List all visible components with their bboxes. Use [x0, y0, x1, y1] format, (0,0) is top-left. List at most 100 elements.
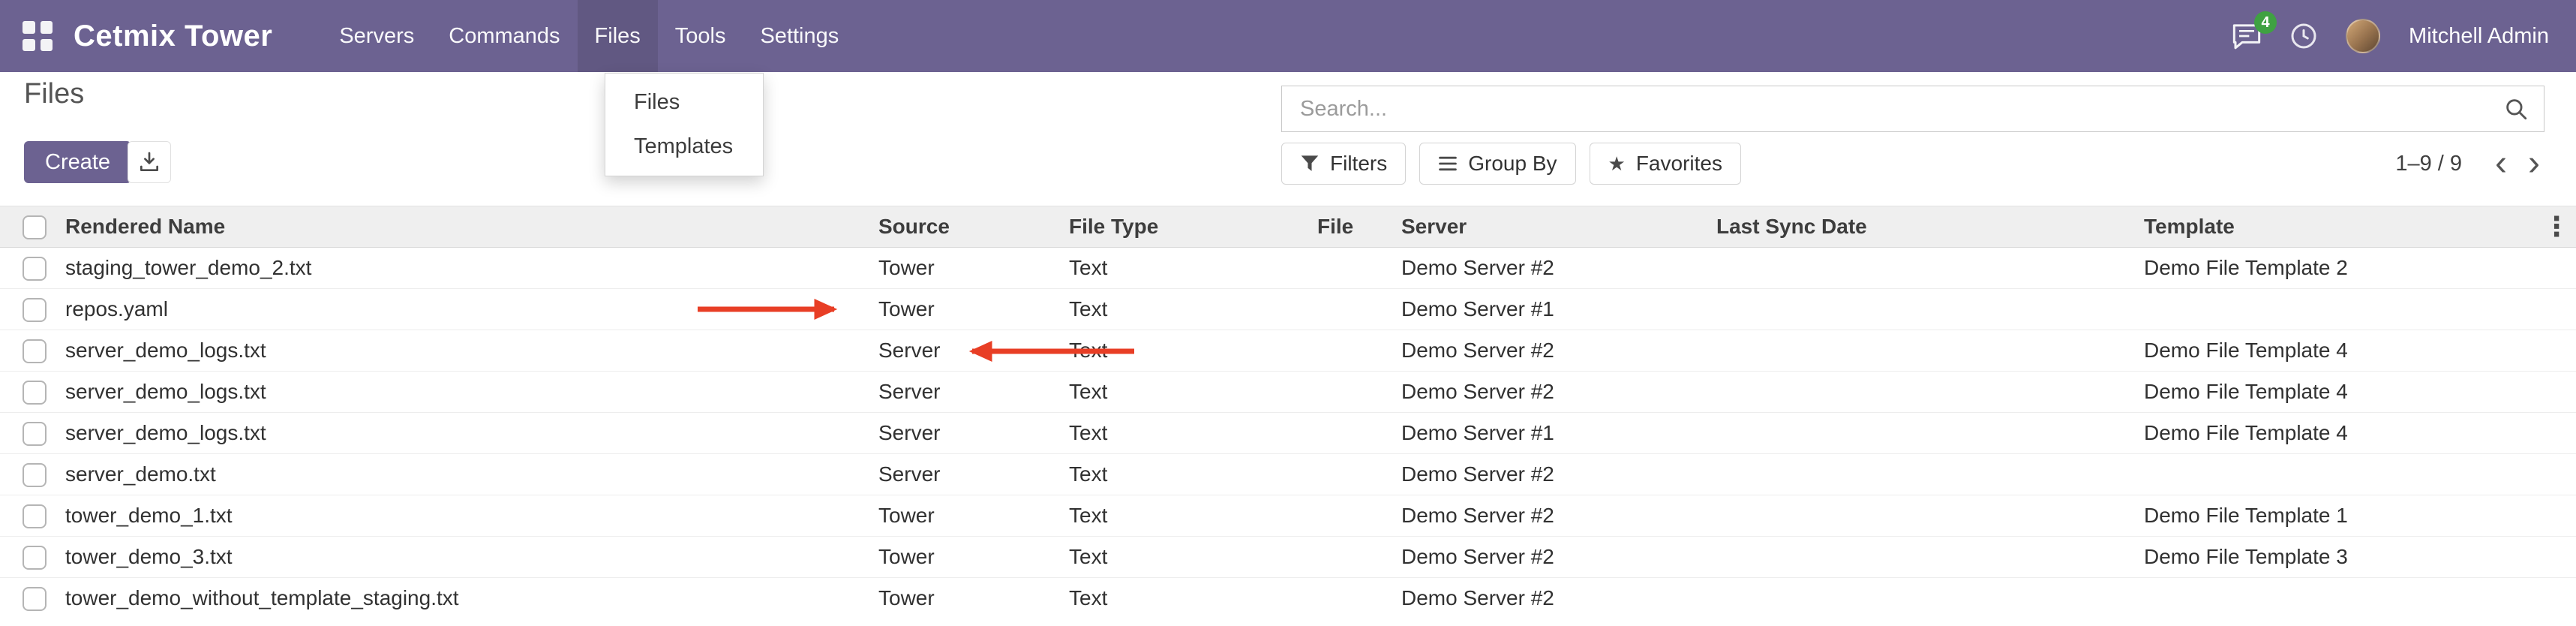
- cell-server: Demo Server #1: [1398, 413, 1713, 454]
- cell-last-sync-date: [1713, 578, 2141, 619]
- filters-button[interactable]: Filters: [1281, 143, 1406, 185]
- export-button[interactable]: [128, 141, 171, 183]
- cell-file-type: Text: [1066, 413, 1314, 454]
- cell-last-sync-date: [1713, 454, 2141, 495]
- cell-source: Server: [875, 330, 1066, 372]
- cell-rendered-name: server_demo.txt: [62, 454, 875, 495]
- user-avatar[interactable]: [2346, 19, 2380, 53]
- dropdown-item-templates[interactable]: Templates: [605, 125, 763, 169]
- cell-template: [2141, 289, 2543, 330]
- cell-file: [1314, 289, 1398, 330]
- col-rendered-name[interactable]: Rendered Name: [62, 206, 875, 248]
- row-select-cell: [0, 289, 62, 330]
- col-file-type[interactable]: File Type: [1066, 206, 1314, 248]
- favorites-button[interactable]: ★ Favorites: [1590, 143, 1741, 185]
- user-name[interactable]: Mitchell Admin: [2409, 24, 2549, 49]
- cell-rendered-name: server_demo_logs.txt: [62, 330, 875, 372]
- row-checkbox[interactable]: [23, 381, 47, 405]
- row-checkbox[interactable]: [23, 504, 47, 528]
- table-row[interactable]: tower_demo_1.txtTowerTextDemo Server #2D…: [0, 495, 2576, 537]
- cell-source: Server: [875, 372, 1066, 413]
- app-brand[interactable]: Cetmix Tower: [74, 20, 272, 53]
- row-checkbox[interactable]: [23, 587, 47, 611]
- row-select-cell: [0, 454, 62, 495]
- col-last-sync-date[interactable]: Last Sync Date: [1713, 206, 2141, 248]
- nav-menu-settings[interactable]: Settings: [743, 0, 856, 72]
- group-by-label: Group By: [1468, 152, 1557, 176]
- activities-button[interactable]: [2290, 23, 2317, 50]
- messages-count-badge: 4: [2254, 11, 2277, 34]
- apps-grid-square: [41, 21, 53, 34]
- cell-template: Demo File Template 4: [2141, 372, 2543, 413]
- table-row[interactable]: server_demo_logs.txtServerTextDemo Serve…: [0, 330, 2576, 372]
- messages-button[interactable]: 4: [2232, 22, 2262, 50]
- cell-file: [1314, 578, 1398, 619]
- cell-rendered-name: tower_demo_3.txt: [62, 537, 875, 578]
- table-row[interactable]: server_demo_logs.txtServerTextDemo Serve…: [0, 413, 2576, 454]
- cell-rendered-name: server_demo_logs.txt: [62, 413, 875, 454]
- cell-last-sync-date: [1713, 495, 2141, 537]
- row-checkbox[interactable]: [23, 298, 47, 322]
- nav-menu-servers[interactable]: Servers: [322, 0, 431, 72]
- row-checkbox[interactable]: [23, 257, 47, 281]
- row-end-spacer: [2543, 372, 2576, 413]
- table-header-row: Rendered Name Source File Type File Serv…: [0, 206, 2576, 248]
- row-end-spacer: [2543, 578, 2576, 619]
- cell-server: Demo Server #1: [1398, 289, 1713, 330]
- cell-template: Demo File Template 3: [2141, 537, 2543, 578]
- col-source[interactable]: Source: [875, 206, 1066, 248]
- col-template[interactable]: Template: [2141, 206, 2543, 248]
- search-icon[interactable]: [2503, 96, 2529, 122]
- cell-template: Demo File Template 2: [2141, 248, 2543, 289]
- pager-previous-icon[interactable]: ‹: [2484, 146, 2517, 182]
- col-file[interactable]: File: [1314, 206, 1398, 248]
- dropdown-item-files[interactable]: Files: [605, 80, 763, 125]
- pager-next-icon[interactable]: ›: [2517, 146, 2550, 182]
- cell-last-sync-date: [1713, 537, 2141, 578]
- download-icon: [137, 150, 161, 174]
- nav-menu-files[interactable]: Files: [578, 0, 658, 72]
- row-end-spacer: [2543, 330, 2576, 372]
- table-row[interactable]: staging_tower_demo_2.txtTowerTextDemo Se…: [0, 248, 2576, 289]
- cell-template: Demo File Template 4: [2141, 413, 2543, 454]
- table-row[interactable]: server_demo.txtServerTextDemo Server #2: [0, 454, 2576, 495]
- cell-last-sync-date: [1713, 372, 2141, 413]
- row-checkbox[interactable]: [23, 339, 47, 363]
- group-by-button[interactable]: Group By: [1419, 143, 1575, 185]
- cell-rendered-name: tower_demo_without_template_staging.txt: [62, 578, 875, 619]
- table-row[interactable]: tower_demo_without_template_staging.txt T…: [0, 578, 2576, 619]
- row-select-cell: [0, 578, 62, 619]
- search-input[interactable]: [1282, 97, 2503, 122]
- pager: 1–9 / 9 ‹ ›: [2395, 143, 2550, 185]
- row-end-spacer: [2543, 289, 2576, 330]
- page-title: Files: [24, 78, 84, 110]
- pager-range: 1–9 / 9: [2395, 152, 2462, 176]
- nav-menu-tools[interactable]: Tools: [658, 0, 743, 72]
- apps-grid-icon[interactable]: [23, 21, 53, 51]
- optional-columns-cell: ⋮: [2543, 206, 2576, 248]
- table-row[interactable]: repos.yamlTowerTextDemo Server #1: [0, 289, 2576, 330]
- table-row[interactable]: tower_demo_3.txtTowerTextDemo Server #2D…: [0, 537, 2576, 578]
- row-end-spacer: [2543, 495, 2576, 537]
- select-all-checkbox[interactable]: [23, 215, 47, 239]
- row-checkbox[interactable]: [23, 463, 47, 487]
- cell-source: Tower: [875, 537, 1066, 578]
- cell-server: Demo Server #2: [1398, 578, 1713, 619]
- row-checkbox[interactable]: [23, 422, 47, 446]
- cell-server: Demo Server #2: [1398, 454, 1713, 495]
- row-checkbox[interactable]: [23, 546, 47, 570]
- cell-file-type: Text: [1066, 330, 1314, 372]
- table-row[interactable]: server_demo_logs.txtServerTextDemo Serve…: [0, 372, 2576, 413]
- cell-file: [1314, 495, 1398, 537]
- cell-server: Demo Server #2: [1398, 537, 1713, 578]
- cell-file-type: Text: [1066, 578, 1314, 619]
- create-button[interactable]: Create: [24, 141, 131, 183]
- cell-rendered-name: repos.yaml: [62, 289, 875, 330]
- optional-columns-toggle-icon[interactable]: ⋮: [2543, 211, 2570, 242]
- search-options: Filters Group By ★ Favorites: [1281, 143, 1741, 185]
- filter-funnel-icon: [1300, 155, 1320, 173]
- filters-label: Filters: [1330, 152, 1387, 176]
- nav-menu-commands[interactable]: Commands: [431, 0, 577, 72]
- cell-file-type: Text: [1066, 454, 1314, 495]
- col-server[interactable]: Server: [1398, 206, 1713, 248]
